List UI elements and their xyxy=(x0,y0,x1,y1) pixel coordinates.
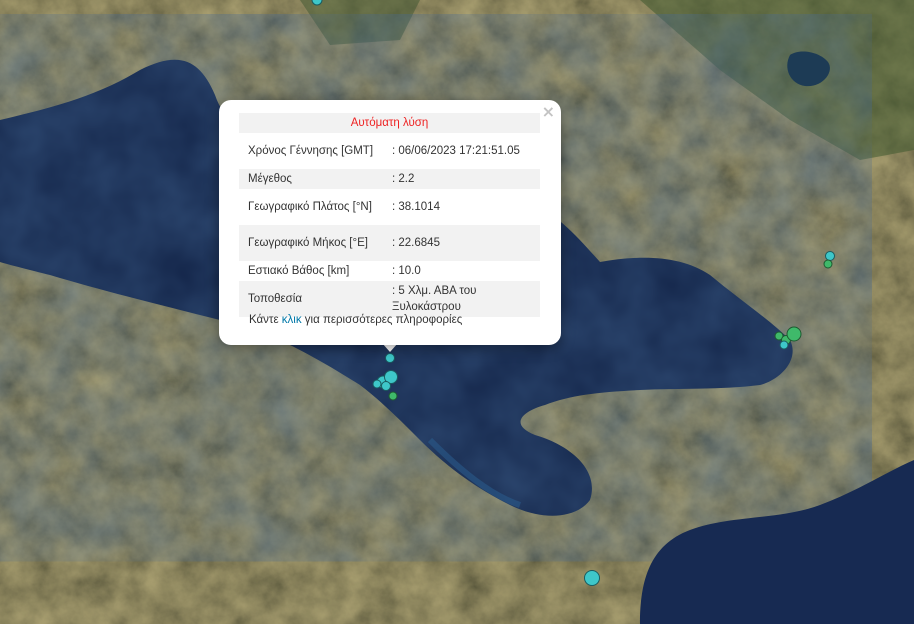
table-row: Μέγεθος : 2.2 xyxy=(239,169,540,189)
earthquake-marker[interactable] xyxy=(779,340,789,350)
earthquake-marker[interactable] xyxy=(823,259,833,269)
earthquake-marker[interactable] xyxy=(786,326,802,342)
more-info-suffix: για περισσότερες πληροφορίες xyxy=(301,314,463,326)
depth-value: : 10.0 xyxy=(392,265,421,277)
earthquake-marker[interactable] xyxy=(388,391,398,401)
popup-title: Αυτόματη λύση xyxy=(239,113,540,133)
more-info-link[interactable]: κλικ xyxy=(282,314,302,326)
location-value: : 5 Χλμ. ΑΒΑ του Ξυλοκάστρου xyxy=(384,281,540,317)
table-row: Τοποθεσία : 5 Χλμ. ΑΒΑ του Ξυλοκάστρου xyxy=(239,281,540,317)
more-info-text: Κάντε κλικ για περισσότερες πληροφορίες xyxy=(249,314,462,326)
earthquake-marker[interactable] xyxy=(372,379,382,389)
magnitude-value: : 2.2 xyxy=(384,169,540,189)
longitude-label: Γεωγραφικό Μήκος [°E] xyxy=(239,225,384,261)
longitude-value: : 22.6845 xyxy=(384,225,540,261)
magnitude-label: Μέγεθος xyxy=(239,169,384,189)
earthquake-marker-selected[interactable] xyxy=(385,353,395,363)
table-row: Γεωγραφικό Μήκος [°E] : 22.6845 xyxy=(239,225,540,261)
earthquake-marker[interactable] xyxy=(584,570,600,586)
close-icon[interactable]: × xyxy=(542,102,555,122)
latitude-value: : 38.1014 xyxy=(392,201,440,213)
event-popup: × Αυτόματη λύση Χρόνος Γέννησης [GMT] : … xyxy=(219,100,561,345)
table-row: Χρόνος Γέννησης [GMT] : 06/06/2023 17:21… xyxy=(239,133,540,169)
depth-label: Εστιακό Βάθος [km] xyxy=(248,265,350,277)
location-label: Τοποθεσία xyxy=(239,281,384,317)
table-row: Εστιακό Βάθος [km] : 10.0 xyxy=(239,261,540,281)
latitude-label: Γεωγραφικό Πλάτος [°N] xyxy=(248,201,372,213)
event-info-table: Αυτόματη λύση Χρόνος Γέννησης [GMT] : 06… xyxy=(239,113,540,317)
origin-time-value: : 06/06/2023 17:21:51.05 xyxy=(392,145,520,157)
earthquake-marker[interactable] xyxy=(825,251,835,261)
table-row: Γεωγραφικό Πλάτος [°N] : 38.1014 xyxy=(239,189,540,225)
earthquake-marker[interactable] xyxy=(381,381,391,391)
origin-time-label: Χρόνος Γέννησης [GMT] xyxy=(248,145,374,157)
more-info-prefix: Κάντε xyxy=(249,314,282,326)
